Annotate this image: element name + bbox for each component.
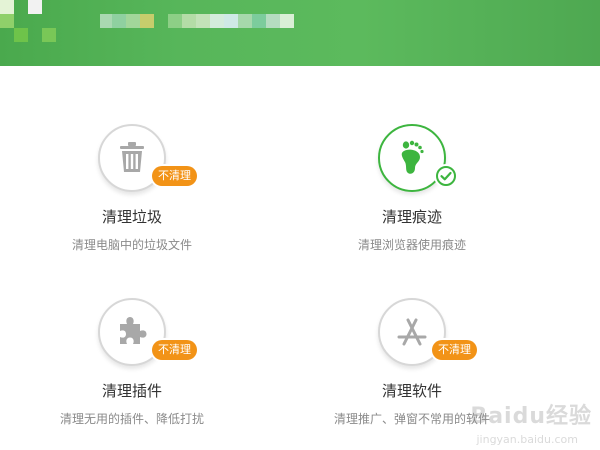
option-description: 清理浏览器使用痕迹: [357, 238, 466, 252]
status-badge[interactable]: 不清理: [152, 166, 197, 186]
option-title: 清理痕迹: [381, 208, 442, 226]
baidu-watermark: Baidu经验: [470, 404, 592, 429]
status-badge[interactable]: 不清理: [152, 340, 197, 360]
option-description: 清理电脑中的垃圾文件: [71, 238, 192, 252]
option-title: 清理插件: [101, 382, 162, 400]
check-circle-icon: [436, 166, 456, 186]
blurred-title-mosaic: [0, 0, 294, 42]
baidu-watermark-url: jingyan.baidu.com: [476, 433, 578, 446]
option-clean-junk[interactable]: 不清理 清理垃圾 清理电脑中的垃圾文件: [12, 124, 252, 264]
option-title: 清理垃圾: [101, 208, 162, 226]
option-clean-traces[interactable]: 清理痕迹 清理浏览器使用痕迹: [292, 124, 532, 264]
selected-check-badge: [434, 164, 458, 188]
option-clean-plugins[interactable]: 不清理 清理插件 清理无用的插件、降低打扰: [12, 298, 252, 438]
header-banner: [0, 0, 600, 66]
option-description: 清理无用的插件、降低打扰: [59, 412, 204, 426]
status-badge[interactable]: 不清理: [432, 340, 477, 360]
